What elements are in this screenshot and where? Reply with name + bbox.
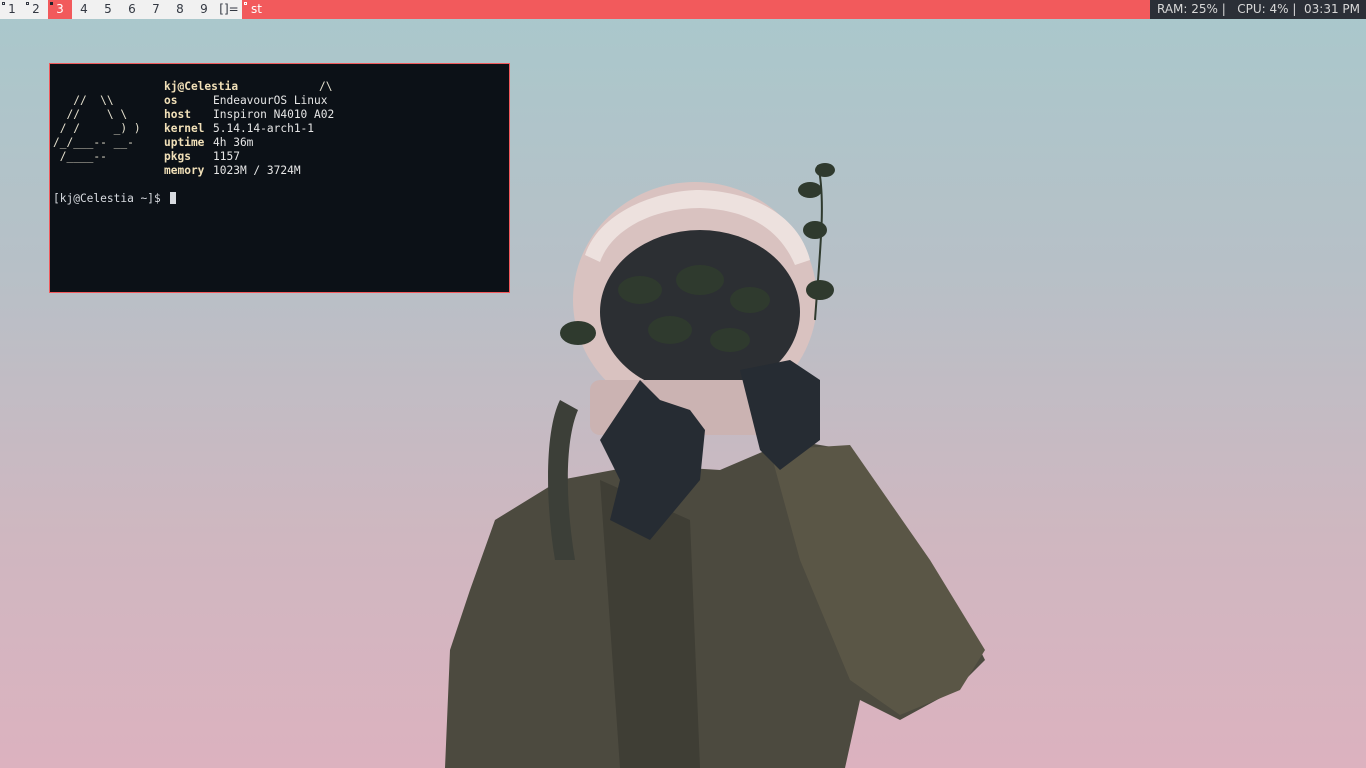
user-host: kj@Celestia [164,80,239,93]
info-key: uptime [164,136,205,149]
workspace-4[interactable]: 4 [72,0,96,19]
status-text: RAM: 25% | CPU: 4% | 03:31 PM [1149,0,1366,19]
info-key: host [164,108,191,121]
workspace-list: 1 2 3 4 5 6 7 8 9 []= [0,0,242,19]
info-row-host: host Inspiron N4010 A02 [164,108,334,122]
workspace-label: 9 [200,2,208,16]
workspace-5[interactable]: 5 [96,0,120,19]
window-title-text: st [251,2,262,16]
workspace-9[interactable]: 9 [192,0,216,19]
workspace-label: 7 [152,2,160,16]
occupied-indicator [26,2,29,5]
info-row-pkgs: pkgs 1157 [164,150,334,164]
workspace-label: 1 [8,2,16,16]
info-value: 5.14.14-arch1-1 [213,122,315,135]
workspace-label: 8 [176,2,184,16]
floating-indicator [244,2,247,5]
info-value: EndeavourOS Linux [213,94,328,107]
workspace-label: 4 [80,2,88,16]
workspace-3[interactable]: 3 [48,0,72,19]
workspace-1[interactable]: 1 [0,0,24,19]
sysinfo-block: kj@Celestia os EndeavourOS Linux host Insp… [164,80,334,178]
shell-prompt[interactable]: [kj@Celestia ~]$ [53,192,176,206]
helmet [573,182,817,418]
workspace-7[interactable]: 7 [144,0,168,19]
left-glove [600,380,705,540]
info-value: 1157 [213,150,240,163]
info-row-memory: memory 1023M / 3724M [164,164,334,178]
info-key: memory [164,164,205,177]
top-bar: 1 2 3 4 5 6 7 8 9 []= st RAM: 25% | CPU:… [0,0,1366,19]
info-key: pkgs [164,150,191,163]
workspace-8[interactable]: 8 [168,0,192,19]
workspace-label: 3 [56,2,64,16]
info-value: 4h 36m [213,136,254,149]
occupied-indicator [50,2,53,5]
info-row-kernel: kernel 5.14.14-arch1-1 [164,122,334,136]
prompt-text: [kj@Celestia ~]$ [53,192,168,205]
astronaut-body [445,440,985,768]
info-key: os [164,94,178,107]
workspace-6[interactable]: 6 [120,0,144,19]
arch-glyph: /\ [319,80,333,93]
right-glove [740,360,820,470]
workspace-label: 5 [104,2,112,16]
workspace-label: 2 [32,2,40,16]
distro-ascii-logo: // \\ // \ \ / / _) ) /_/___-- __- /____… [53,94,141,163]
occupied-indicator [2,2,5,5]
window-title: st [242,0,1150,19]
user-host-row: kj@Celestia [164,80,334,94]
info-value: Inspiron N4010 A02 [213,108,335,121]
terminal-window[interactable]: // \\ // \ \ / / _) ) /_/___-- __- /____… [49,63,510,293]
info-value: 1023M / 3724M [213,164,301,177]
workspace-label: 6 [128,2,136,16]
workspace-2[interactable]: 2 [24,0,48,19]
info-row-os: os EndeavourOS Linux [164,94,334,108]
text-cursor [169,192,176,204]
info-row-uptime: uptime 4h 36m [164,136,334,150]
layout-indicator[interactable]: []= [216,0,242,19]
info-key: kernel [164,122,205,135]
